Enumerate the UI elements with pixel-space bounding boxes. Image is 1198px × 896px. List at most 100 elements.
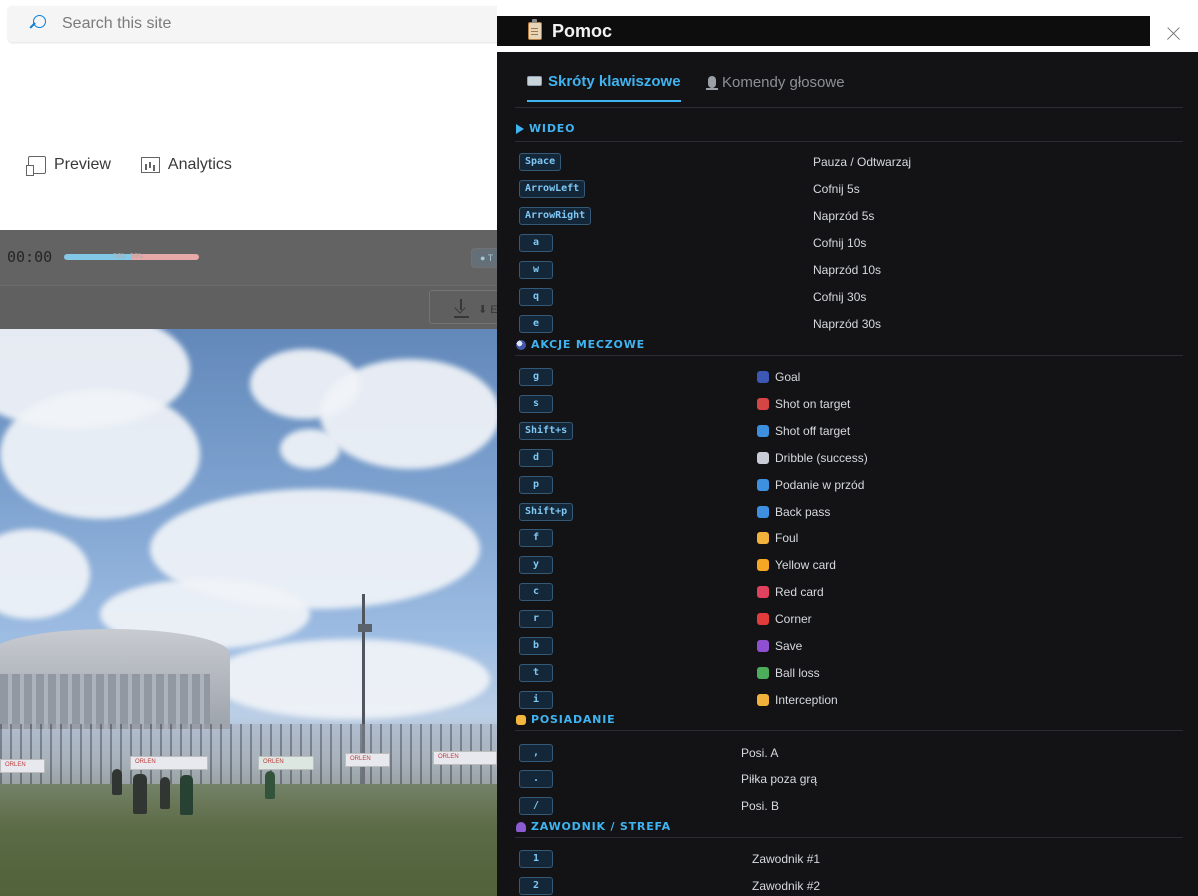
- key-badge: s: [519, 394, 553, 413]
- action-label: Back pass: [775, 504, 831, 519]
- shortcut-row: w Naprzód 10s: [515, 259, 1183, 281]
- shortcut-description: Back pass: [757, 505, 830, 519]
- soccer-ball-icon: [757, 371, 769, 383]
- action-label: Shot on target: [775, 396, 851, 411]
- shortcut-description: Cofnij 10s: [813, 236, 867, 250]
- tab-keyboard-shortcuts[interactable]: Skróty klawiszowe: [527, 68, 681, 102]
- corner-flag-icon: [757, 613, 769, 626]
- help-header: Pomoc: [497, 16, 1150, 46]
- analytics-button[interactable]: Analytics: [140, 156, 232, 174]
- shortcut-description: Foul: [757, 531, 798, 545]
- keyboard-icon: [527, 76, 542, 86]
- key-badge: Shift+s: [519, 421, 574, 440]
- section-title: ZAWODNIK / STREFA: [531, 820, 671, 833]
- shortcut-row: g Goal: [515, 366, 1183, 388]
- shortcut-description: Save: [757, 639, 802, 653]
- key-badge: f: [519, 529, 553, 548]
- action-label: Ball loss: [775, 665, 820, 680]
- action-label: Interception: [775, 692, 838, 707]
- shortcut-description: Naprzód 5s: [813, 209, 875, 223]
- preview-button[interactable]: Preview: [26, 156, 111, 176]
- play-triangle-icon: [516, 123, 524, 134]
- preview-label: Preview: [54, 156, 111, 173]
- shortcut-row: f Foul: [515, 527, 1183, 549]
- raised-hand-icon: [757, 693, 769, 706]
- shortcut-row: Shift+p Back pass: [515, 501, 1183, 523]
- shortcut-description: Dribble (success): [757, 451, 868, 465]
- key-badge: a: [519, 234, 553, 252]
- key-badge: p: [519, 475, 553, 494]
- shortcut-row: r Corner: [515, 608, 1183, 630]
- key-badge: ,: [519, 744, 553, 762]
- soccer-ball-icon: [516, 339, 526, 350]
- section-title: POSIADANIE: [531, 713, 616, 726]
- key-badge: t: [519, 663, 553, 682]
- section-possession: POSIADANIE: [515, 711, 1183, 731]
- key-badge: /: [519, 797, 553, 815]
- search-icon: [28, 14, 48, 34]
- search-input[interactable]: Search this site: [62, 15, 171, 33]
- key-badge: 2: [519, 877, 553, 895]
- section-video: WIDEO: [515, 120, 1183, 142]
- shortcut-row: . Piłka poza grą: [515, 768, 1183, 790]
- background-page: Search this site Preview Analytics 00:00…: [0, 0, 497, 896]
- analytics-icon: [140, 157, 160, 173]
- stadium: [0, 629, 230, 729]
- pitch: [0, 784, 497, 896]
- key-badge: d: [519, 448, 553, 467]
- command-bar: Preview Analytics: [26, 156, 232, 176]
- shortcut-row: 1 Zawodnik #1: [515, 848, 1183, 870]
- microphone-icon: [706, 76, 718, 90]
- key-badge: ArrowLeft: [519, 180, 586, 198]
- dash-icon: [757, 451, 769, 464]
- shortcut-description: Shot on target: [757, 397, 850, 411]
- video-player-bar: 00:00 ● T: [0, 230, 497, 285]
- shortcut-row: ArrowRight Naprzód 5s: [515, 205, 1183, 227]
- handshake-icon: [516, 714, 526, 725]
- help-title: Pomoc: [552, 20, 613, 41]
- shortcut-description: Ball loss: [757, 666, 820, 680]
- yellow-card-icon: [757, 559, 769, 572]
- section-player-zone: ZAWODNIK / STREFA: [515, 818, 1183, 838]
- shortcut-row: d Dribble (success): [515, 447, 1183, 469]
- close-icon[interactable]: [1150, 16, 1198, 52]
- shortcut-row: e Naprzód 30s: [515, 313, 1183, 335]
- preview-icon: [26, 156, 46, 176]
- shortcut-row: q Cofnij 30s: [515, 286, 1183, 308]
- tab-label: Skróty klawiszowe: [548, 72, 681, 90]
- shortcut-row: a Cofnij 10s: [515, 232, 1183, 254]
- section-title: AKCJE MECZOWE: [531, 338, 645, 351]
- section-title: WIDEO: [529, 122, 576, 135]
- video-frame[interactable]: ORLEN ORLEN ORLEN ORLEN ORLEN: [0, 329, 497, 896]
- glove-icon: [757, 640, 769, 652]
- shortcut-description: Piłka poza grą: [741, 772, 818, 786]
- download-button[interactable]: ⬇ E: [429, 290, 497, 324]
- shortcut-description: Podanie w przód: [757, 478, 864, 492]
- shortcut-description: Corner: [757, 612, 812, 626]
- action-label: Save: [775, 639, 803, 653]
- shortcut-description: Zawodnik #1: [752, 852, 821, 866]
- action-label: Foul: [775, 531, 799, 546]
- shortcut-row: t Ball loss: [515, 662, 1183, 684]
- site-search-box[interactable]: Search this site: [8, 6, 497, 42]
- shortcut-description: Naprzód 30s: [813, 317, 882, 331]
- tab-voice-commands[interactable]: Komendy głosowe: [706, 68, 845, 96]
- key-badge: y: [519, 556, 553, 575]
- action-label: Goal: [775, 370, 801, 384]
- key-badge: i: [519, 690, 553, 709]
- key-badge: ArrowRight: [519, 207, 592, 225]
- money-wings-icon: [757, 666, 769, 679]
- shortcut-description: Shot off target: [757, 424, 850, 438]
- clipboard-icon: [528, 19, 542, 40]
- help-panel: Pomoc Skróty klawiszowe Komendy głosowe …: [497, 0, 1198, 896]
- shortcut-row: p Podanie w przód: [515, 474, 1183, 496]
- tag-chip[interactable]: ● T: [471, 248, 497, 268]
- shortcut-description: Posi. B: [741, 799, 780, 813]
- arrow-up-icon: [757, 478, 769, 491]
- key-badge: c: [519, 583, 553, 602]
- fence: [0, 724, 497, 784]
- action-label: Dribble (success): [775, 450, 868, 465]
- download-icon: [454, 299, 468, 315]
- key-badge: g: [519, 368, 553, 386]
- shortcut-row: i Interception: [515, 689, 1183, 711]
